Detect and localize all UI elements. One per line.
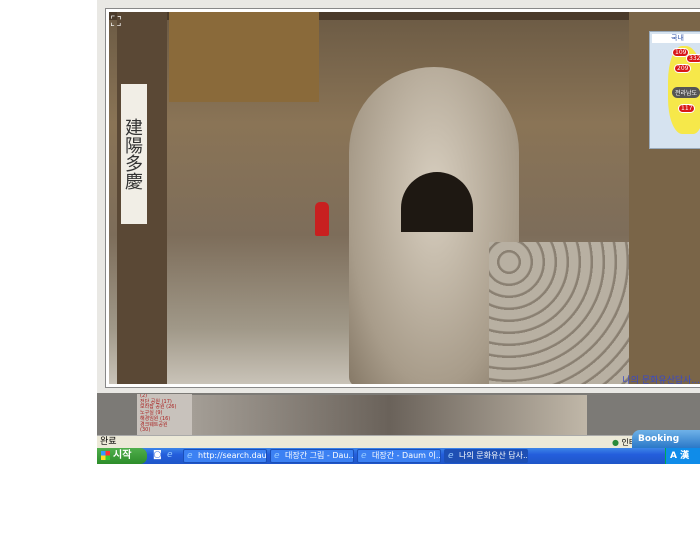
background-image bbox=[192, 395, 587, 435]
map-pin[interactable]: 332 bbox=[686, 54, 700, 63]
blacksmith-photo[interactable]: 建陽多慶 ⛶ bbox=[109, 12, 700, 384]
fire-extinguisher bbox=[315, 202, 329, 236]
map-widget[interactable]: 국내 109 332 209 전라남도 117 bbox=[649, 31, 700, 149]
system-tray[interactable]: A 漢 bbox=[665, 448, 700, 464]
list-item: (30) bbox=[140, 427, 151, 434]
caption-link[interactable]: 나의 문화유산답사... bbox=[622, 373, 700, 386]
stone-wall bbox=[489, 242, 629, 384]
photo-viewer: 建陽多慶 ⛶ 국내 109 332 209 전라남도 117 나의 문화유산답사… bbox=[105, 8, 700, 388]
category-list: (2) 전단 공원 (17) 보라잡 공원 (26) 노구실 (9) 해경임원 … bbox=[137, 394, 192, 435]
booking-client-button[interactable]: Booking Client bbox=[632, 430, 700, 462]
ie-icon: e bbox=[187, 451, 193, 461]
background-page: (2) 전단 공원 (17) 보라잡 공원 (26) 노구실 (9) 해경임원 … bbox=[97, 393, 700, 435]
ie-icon: e bbox=[361, 451, 367, 461]
start-button[interactable]: 시작 bbox=[97, 448, 147, 464]
task-button[interactable]: e http://search.dau... bbox=[183, 449, 267, 463]
globe-icon: ● bbox=[612, 438, 619, 447]
ie-icon: e bbox=[448, 451, 454, 461]
ie-icon[interactable]: e bbox=[167, 450, 178, 461]
expand-icon[interactable]: ⛶ bbox=[111, 14, 127, 30]
map-region-label[interactable]: 전라남도 bbox=[672, 87, 700, 98]
map-tab-domestic[interactable]: 국내 bbox=[652, 34, 700, 43]
calligraphy-sign: 建陽多慶 bbox=[121, 84, 147, 224]
windows-logo-icon bbox=[101, 451, 110, 460]
task-button-active[interactable]: e 나의 문화유산 답사... bbox=[444, 449, 528, 463]
task-button[interactable]: e 대장간 - Daum 이... bbox=[357, 449, 441, 463]
screen: 建陽多慶 ⛶ 국내 109 332 209 전라남도 117 나의 문화유산답사… bbox=[97, 0, 700, 464]
desktop-icon[interactable]: ◙ bbox=[153, 450, 164, 461]
task-button[interactable]: e 대장간 그림 - Dau... bbox=[270, 449, 354, 463]
status-bar: 완료 ● 인터넷 Booking Client bbox=[97, 430, 700, 462]
status-text: 완료 bbox=[100, 437, 117, 447]
ie-icon: e bbox=[274, 451, 280, 461]
taskbar: 시작 ◙ e e http://search.dau... e 대장간 그림 - D… bbox=[97, 448, 700, 464]
map-pin[interactable]: 117 bbox=[678, 104, 696, 113]
map-pin[interactable]: 209 bbox=[674, 64, 692, 73]
